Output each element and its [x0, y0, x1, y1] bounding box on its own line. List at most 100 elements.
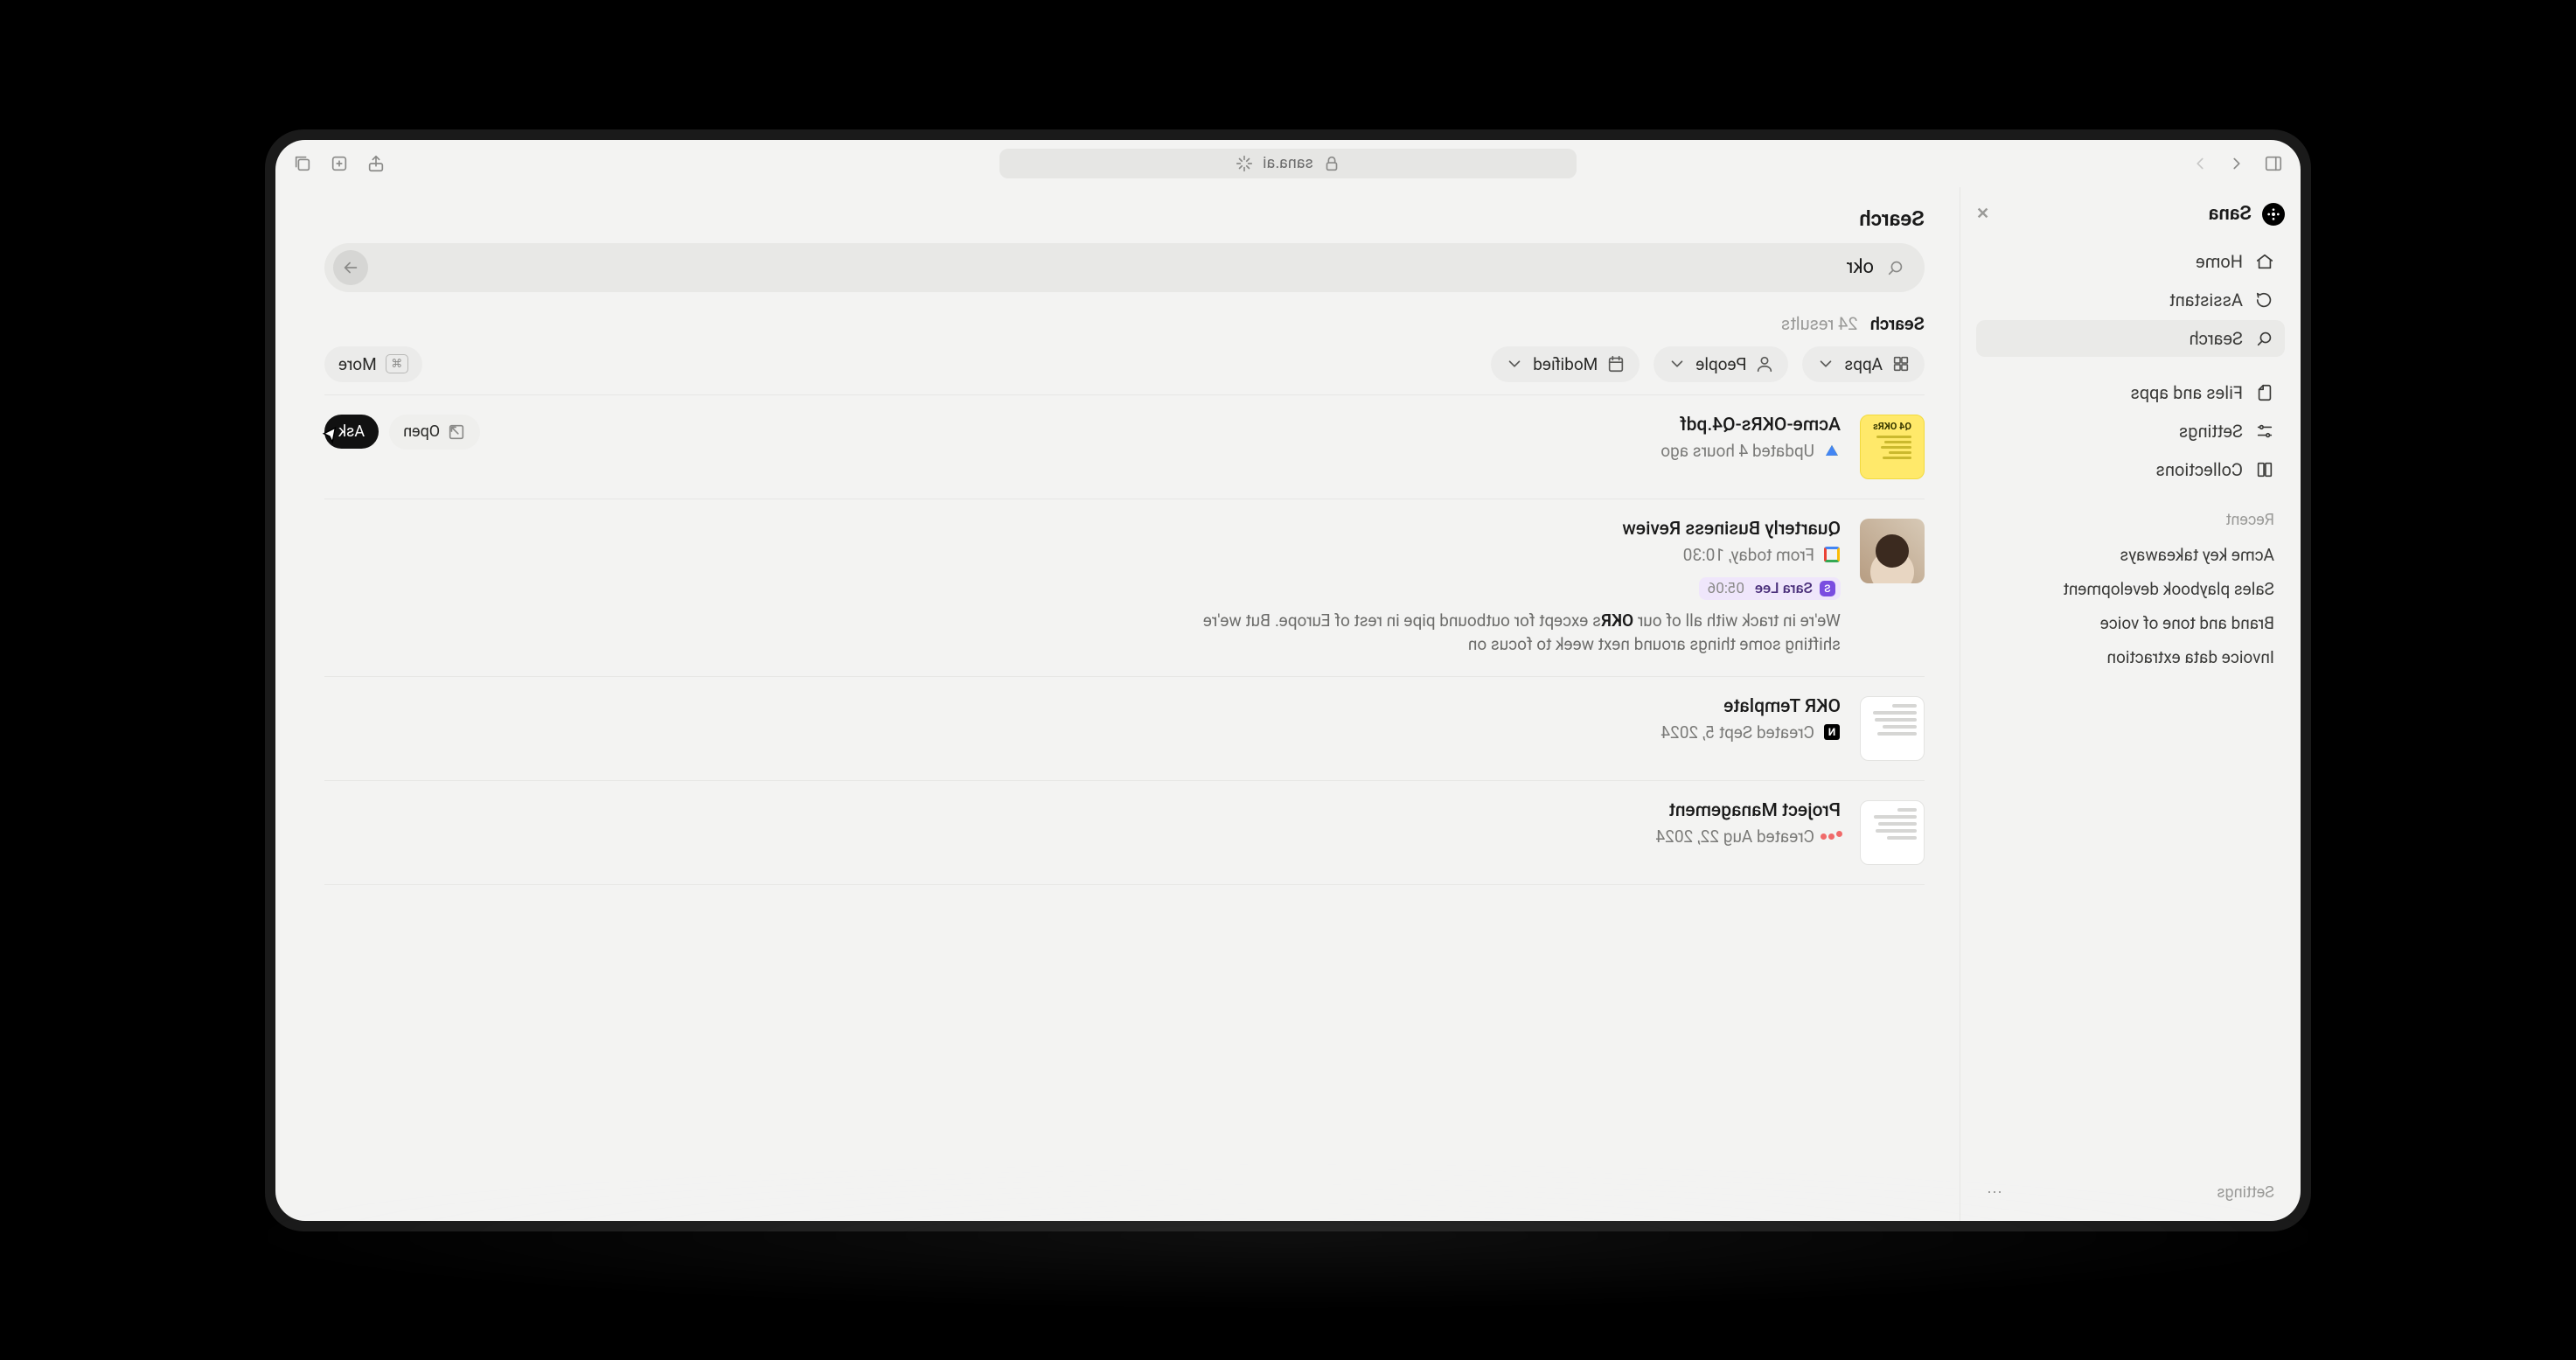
result-thumbnail: Q4 OKRs	[1860, 415, 1925, 479]
nav-collections-label: Collections	[2156, 459, 2243, 480]
submit-search-button[interactable]	[333, 250, 368, 285]
filter-people[interactable]: People	[1654, 346, 1788, 382]
browser-chrome: sana.ai	[275, 140, 2301, 187]
gcal-icon	[1823, 546, 1841, 563]
nav-files[interactable]: Files and apps	[1976, 374, 2285, 411]
result-row[interactable]: Quarterly Business Review From today, 10…	[324, 499, 1925, 676]
new-tab-icon[interactable]	[330, 154, 349, 173]
result-meta: From today, 10:30	[1683, 545, 1814, 565]
person-initial-icon: S	[1820, 581, 1835, 596]
asana-icon	[1823, 827, 1841, 845]
main: Search Search 24 results	[275, 187, 1960, 1221]
filter-modified-label: Modified	[1533, 354, 1598, 374]
recent-list: Acme key takeaways Sales playbook develo…	[1976, 538, 2285, 674]
grid-icon	[1891, 354, 1911, 373]
result-meta: Created Aug 22, 2024	[1656, 826, 1814, 847]
nav-home[interactable]: Home	[1976, 243, 2285, 280]
result-thumbnail	[1860, 696, 1925, 761]
search-bar[interactable]	[324, 243, 1925, 292]
files-icon	[2255, 383, 2274, 402]
address-url: sana.ai	[1263, 154, 1313, 172]
recent-heading: Recent	[1987, 511, 2274, 529]
more-icon[interactable]: ⋯	[1987, 1183, 2002, 1202]
filter-more[interactable]: ⌘ More	[324, 346, 422, 382]
keyboard-hint-icon: ⌘	[386, 354, 408, 373]
screen: sana.ai Sana ✕	[275, 140, 2301, 1221]
result-title: OKR Template	[324, 696, 1841, 717]
sidebar-footer-label[interactable]: Settings	[2217, 1183, 2274, 1202]
chevron-down-icon	[1667, 354, 1687, 373]
collections-icon	[2255, 460, 2274, 479]
result-avatar	[1860, 519, 1925, 583]
open-icon	[447, 422, 466, 442]
filter-modified[interactable]: Modified	[1491, 346, 1640, 382]
filter-more-label: More	[338, 354, 377, 374]
filter-apps-label: Apps	[1844, 354, 1883, 374]
ask-button[interactable]: Ask	[324, 415, 379, 449]
result-row[interactable]: Q4 OKRs Acme-OKRs-Q4.pdf Updated 4 hours…	[324, 394, 1925, 499]
result-title: Quarterly Business Review	[324, 519, 1841, 540]
nav-collections[interactable]: Collections	[1976, 451, 2285, 488]
tablet-frame: sana.ai Sana ✕	[265, 129, 2311, 1231]
open-label: Open	[403, 422, 440, 441]
sparkle-icon	[1235, 154, 1254, 173]
chevron-down-icon	[1505, 354, 1524, 373]
result-title: Acme-OKRs-Q4.pdf	[499, 415, 1841, 436]
nav-settings-label: Settings	[2179, 421, 2243, 442]
nav-search-label: Search	[2190, 328, 2243, 349]
person-time: 05:06	[1708, 580, 1744, 597]
recent-item[interactable]: Acme key takeaways	[1976, 538, 2285, 572]
notion-icon: N	[1823, 723, 1841, 741]
sidebar-toggle-icon[interactable]	[2264, 154, 2283, 173]
results-label: Search	[1870, 313, 1925, 334]
nav-settings[interactable]: Settings	[1976, 413, 2285, 450]
chevron-right-icon[interactable]	[2190, 154, 2210, 173]
brand: Sana ✕	[1976, 203, 2285, 226]
result-snippet: We're in track with all of our OKRs exce…	[1176, 609, 1841, 657]
nav-files-label: Files and apps	[2131, 382, 2244, 403]
result-thumbnail	[1860, 800, 1925, 865]
sidebar: Sana ✕ Home Assistant	[1960, 187, 2301, 1221]
share-icon[interactable]	[366, 154, 386, 173]
recent-item[interactable]: Brand and tone of voice	[1976, 606, 2285, 640]
sidebar-close-icon[interactable]: ✕	[1976, 205, 1989, 223]
search-icon	[1886, 258, 1905, 277]
address-bar[interactable]: sana.ai	[999, 149, 1577, 178]
calendar-icon	[1606, 354, 1626, 373]
sliders-icon	[2255, 422, 2274, 441]
result-row[interactable]: OKR Template N Created Sept 5, 2024	[324, 676, 1925, 780]
lock-icon	[1322, 154, 1341, 173]
result-row[interactable]: Project Management Created Aug 22, 2024	[324, 780, 1925, 885]
person-name: Sara Lee	[1755, 580, 1813, 597]
home-icon	[2255, 252, 2274, 271]
person-chip[interactable]: S Sara Lee 05:06	[1699, 577, 1841, 600]
page-title: Search	[324, 206, 1925, 231]
results-meta: Search 24 results	[324, 313, 1925, 334]
brand-logo-icon	[2262, 203, 2285, 226]
filter-apps[interactable]: Apps	[1802, 346, 1925, 382]
gdrive-icon	[1823, 442, 1841, 459]
chat-icon	[2255, 290, 2274, 310]
nav-assistant-label: Assistant	[2169, 289, 2243, 310]
recent-item[interactable]: Sales playbook development	[1976, 572, 2285, 606]
chevron-left-icon[interactable]	[2227, 154, 2246, 173]
brand-name: Sana	[2209, 203, 2252, 225]
primary-nav: Home Assistant Search	[1976, 243, 2285, 488]
nav-search[interactable]: Search	[1976, 320, 2285, 357]
arrow-right-icon	[341, 258, 360, 277]
results-count: 24 results	[1781, 313, 1858, 334]
open-button[interactable]: Open	[389, 415, 480, 450]
recent-item[interactable]: Invoice data extraction	[1976, 640, 2285, 674]
thumb-label: Q4 OKRs	[1873, 421, 1911, 432]
results-list: Q4 OKRs Acme-OKRs-Q4.pdf Updated 4 hours…	[324, 394, 1925, 885]
nav-assistant[interactable]: Assistant	[1976, 282, 2285, 318]
search-input[interactable]	[380, 256, 1874, 278]
result-title: Project Management	[324, 800, 1841, 821]
filter-people-label: People	[1695, 354, 1746, 374]
result-meta: Updated 4 hours ago	[1660, 441, 1814, 461]
sidebar-footer: Settings ⋯	[1976, 1175, 2285, 1210]
filters: Apps People Modified	[324, 346, 1925, 382]
search-icon	[2255, 329, 2274, 348]
ask-label: Ask	[338, 422, 365, 441]
tabs-icon[interactable]	[293, 154, 312, 173]
